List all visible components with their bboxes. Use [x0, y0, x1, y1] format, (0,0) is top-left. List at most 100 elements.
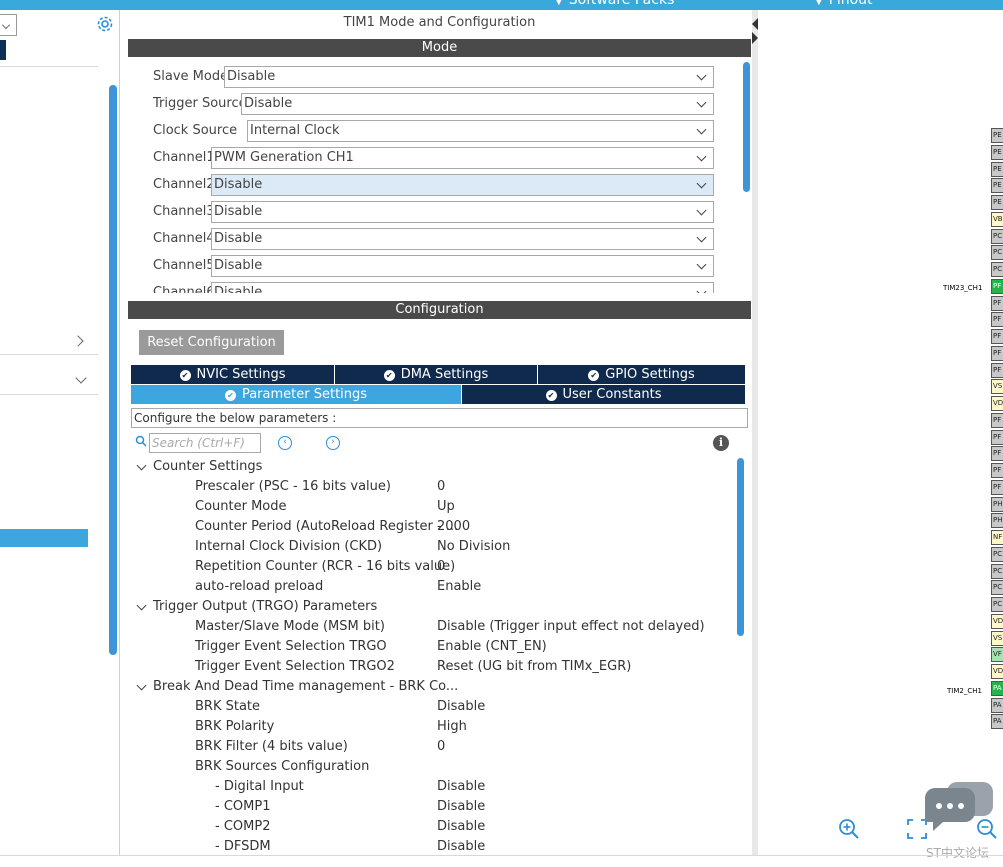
chevron-down-icon[interactable] [136, 460, 147, 471]
param-row[interactable]: - Digital Input Disable [131, 777, 733, 797]
chip-pin[interactable]: PH [991, 496, 1003, 512]
chip-pin[interactable]: PF [991, 479, 1003, 495]
channel4-select[interactable]: Disable [211, 228, 714, 250]
tab-gpio-settings[interactable]: ✔ GPIO Settings [538, 365, 745, 384]
chip-pin[interactable]: PE [991, 195, 1003, 210]
param-row[interactable]: Counter Period (AutoReload Register - ..… [131, 517, 733, 537]
param-row[interactable]: BRK Sources Configuration [131, 757, 733, 777]
divider [0, 394, 98, 395]
param-row[interactable]: Master/Slave Mode (MSM bit) Disable (Trig… [131, 617, 733, 637]
param-row[interactable]: Internal Clock Division (CKD) No Division [131, 537, 733, 557]
previous-match-icon[interactable]: ‹ [278, 436, 292, 450]
chip-pin[interactable]: PC [991, 245, 1003, 261]
channel5-select[interactable]: Disable [211, 255, 714, 277]
chip-pin[interactable]: VD [991, 396, 1003, 411]
chip-pin[interactable]: VS [991, 630, 1003, 646]
chip-pin[interactable]: PF [991, 345, 1003, 361]
chip-pin[interactable]: PC [991, 262, 1003, 277]
slave-mode-select[interactable]: Disable [224, 66, 714, 88]
chevron-down-icon[interactable] [136, 600, 147, 611]
pinout-view: PE PE PE PE PE VB PC PC PC PF PF PF PF PF PF VS VD PF PF PF… [758, 10, 1003, 855]
reset-configuration-button[interactable]: Reset Configuration [139, 330, 284, 355]
chip-pin[interactable]: PF [991, 446, 1003, 462]
mode-section: Slave Mode Disable Trigger Source Disabl… [128, 58, 751, 293]
tab-nvic-settings[interactable]: ✔ NVIC Settings [131, 365, 335, 384]
left-category-panel [0, 10, 120, 855]
param-row[interactable]: Trigger Event Selection TRGO Enable (CNT_… [131, 637, 733, 657]
chevron-down-icon[interactable] [136, 680, 147, 691]
param-row[interactable]: Prescaler (PSC - 16 bits value) 0 [131, 477, 733, 497]
chip-pin[interactable]: VF [991, 647, 1003, 663]
param-row[interactable]: - COMP1 Disable [131, 797, 733, 817]
chevron-right-icon[interactable] [72, 335, 84, 347]
channel3-select[interactable]: Disable [211, 201, 714, 223]
chat-bubble-icon[interactable] [915, 782, 995, 834]
chip-pin[interactable]: PE [991, 128, 1003, 143]
pin-signal-label: TIM2_CH1 [947, 687, 982, 695]
chip-pin[interactable]: PE [991, 178, 1003, 194]
param-row[interactable]: Trigger Event Selection TRGO2 Reset (UG b… [131, 657, 733, 677]
info-icon[interactable]: i [713, 435, 729, 451]
zoom-in-icon[interactable] [838, 818, 860, 840]
param-row[interactable]: - COMP2 Disable [131, 817, 733, 837]
chip-pin[interactable]: PE [991, 144, 1003, 160]
next-match-icon[interactable]: › [326, 436, 340, 450]
group-break-dead-time[interactable]: Break And Dead Time management - BRK Co.… [131, 677, 733, 697]
chip-pin[interactable]: PA [991, 697, 1003, 713]
chip-pin[interactable]: VD [991, 613, 1003, 629]
chip-pin[interactable]: PC [991, 580, 1003, 596]
chip-pin[interactable]: PA [991, 680, 1003, 696]
parameter-scrollbar[interactable] [737, 458, 744, 636]
group-trigger-output[interactable]: Trigger Output (TRGO) Parameters [131, 597, 733, 617]
software-packs-menu[interactable]: ▼ Software Packs [555, 0, 674, 8]
tabs-row-2: ✔ Parameter Settings ✔ User Constants [131, 385, 745, 404]
pinout-menu[interactable]: ▼ Pinout [815, 0, 873, 8]
tab-dma-settings[interactable]: ✔ DMA Settings [335, 365, 538, 384]
search-input[interactable]: Search (Ctrl+F) [149, 433, 261, 453]
param-row[interactable]: Repetition Counter (RCR - 16 bits value)… [131, 557, 733, 577]
param-row[interactable]: BRK Filter (4 bits value) 0 [131, 737, 733, 757]
channel5-row: Channel5 Disable [128, 255, 751, 277]
chip-pin[interactable]: PF [991, 312, 1003, 328]
chip-pin[interactable]: PC [991, 546, 1003, 562]
mode-scrollbar[interactable] [743, 62, 750, 192]
selected-peripheral-item[interactable] [0, 529, 88, 547]
chip-pin[interactable]: PF [991, 429, 1003, 445]
tab-parameter-settings[interactable]: ✔ Parameter Settings [131, 385, 462, 404]
chip-pin[interactable]: PF [991, 463, 1003, 478]
chip-pin[interactable]: PF [991, 329, 1003, 344]
chip-pin[interactable]: PC [991, 597, 1003, 612]
param-row[interactable]: Counter Mode Up [131, 497, 733, 517]
chevron-down-icon[interactable] [75, 372, 87, 384]
chip-pin[interactable]: PA [991, 714, 1003, 730]
chip-pin[interactable]: NF [991, 530, 1003, 545]
tab-user-constants[interactable]: ✔ User Constants [462, 385, 745, 404]
clock-source-select[interactable]: Internal Clock [247, 120, 714, 142]
search-icon [135, 435, 147, 447]
channel2-select[interactable]: Disable [211, 174, 714, 196]
chip-pin[interactable]: VD [991, 664, 1003, 679]
trigger-source-select[interactable]: Disable [241, 93, 714, 115]
trigger-source-row: Trigger Source Disable [128, 93, 751, 115]
chip-pin[interactable]: PC [991, 228, 1003, 244]
gear-icon[interactable] [95, 14, 115, 34]
left-scrollbar[interactable] [109, 85, 117, 655]
category-tab-selected[interactable] [0, 40, 6, 60]
chip-pin[interactable]: VB [991, 211, 1003, 227]
param-row[interactable]: auto-reload preload Enable [131, 577, 733, 597]
param-row[interactable]: BRK State Disable [131, 697, 733, 717]
channel6-select[interactable]: Disable [211, 282, 714, 293]
chip-pin[interactable]: PF [991, 295, 1003, 311]
chip-pin[interactable]: PF [991, 362, 1003, 378]
chip-pin[interactable]: PF [991, 412, 1003, 428]
chip-pin[interactable]: PH [991, 513, 1003, 529]
param-row[interactable]: BRK Polarity High [131, 717, 733, 737]
chip-pin[interactable]: PC [991, 563, 1003, 579]
chip-pin[interactable]: VS [991, 379, 1003, 395]
chip-pin[interactable]: PE [991, 161, 1003, 177]
category-dropdown[interactable] [0, 14, 17, 36]
channel1-select[interactable]: PWM Generation CH1 [211, 147, 714, 169]
group-counter-settings[interactable]: Counter Settings [131, 457, 733, 477]
chip-pin[interactable]: PF [991, 278, 1003, 294]
param-row[interactable]: - DFSDM Disable [131, 837, 733, 855]
